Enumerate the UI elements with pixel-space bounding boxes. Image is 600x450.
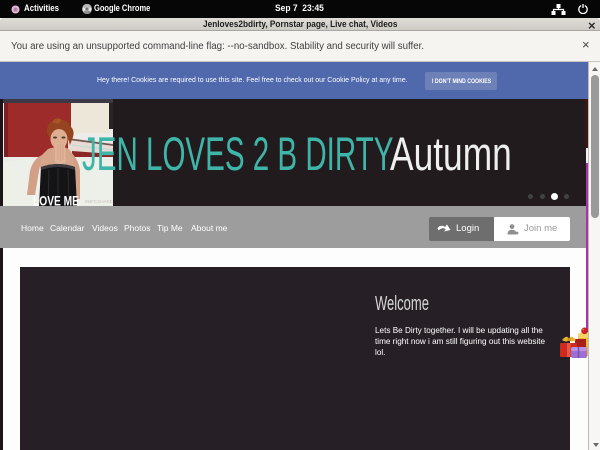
svg-text:LOVE ME: LOVE ME [33,193,79,207]
svg-text:#MFCSHARE: #MFCSHARE [85,199,113,204]
